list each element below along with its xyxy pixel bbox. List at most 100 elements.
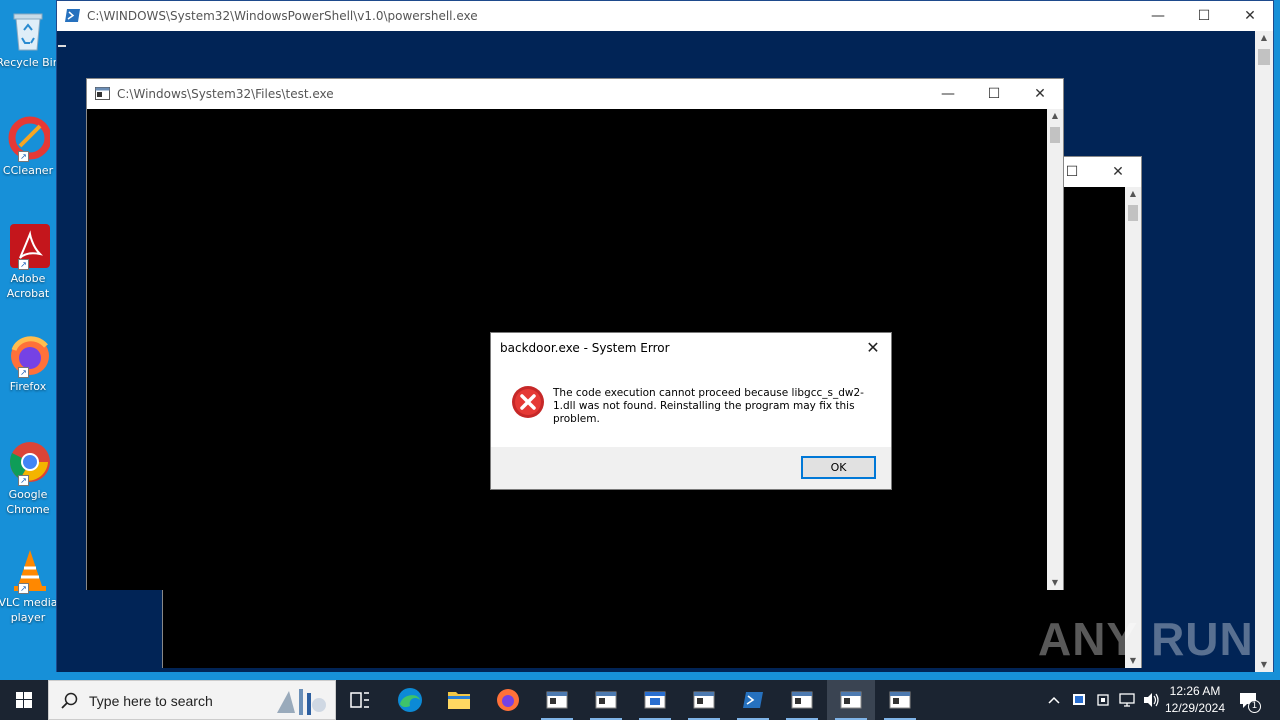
shortcut-arrow-icon: ↗ — [18, 151, 29, 162]
scroll-up-arrow-icon[interactable]: ▲ — [1047, 109, 1063, 123]
tray-app-button[interactable] — [1068, 680, 1090, 720]
notification-count-badge: 1 — [1248, 700, 1261, 713]
taskbar-file-explorer[interactable] — [435, 680, 483, 720]
desktop-icon-ccleaner[interactable]: ↗ CCleaner — [0, 116, 64, 178]
system-error-dialog[interactable]: backdoor.exe - System Error ✕ The code e… — [490, 332, 892, 490]
error-icon — [512, 386, 544, 418]
vertical-scrollbar[interactable]: ▲ ▼ — [1047, 109, 1063, 590]
desktop-icon-label: Recycle Bin — [0, 56, 60, 69]
window-title: C:\WINDOWS\System32\WindowsPowerShell\v1… — [87, 9, 478, 23]
notification-center-button[interactable]: 1 — [1234, 680, 1264, 720]
test-exe-titlebar[interactable]: C:\Windows\System32\Files\test.exe — ☐ ✕ — [87, 79, 1063, 109]
console-app-icon — [840, 691, 862, 709]
console-app-icon — [546, 691, 568, 709]
error-message: The code execution cannot proceed becaus… — [553, 387, 864, 425]
edge-icon — [398, 688, 422, 712]
shortcut-arrow-icon: ↗ — [18, 367, 29, 378]
maximize-button[interactable]: ☐ — [971, 79, 1017, 109]
scroll-up-arrow-icon[interactable]: ▲ — [1255, 31, 1273, 45]
ccleaner-icon: ↗ — [6, 116, 52, 162]
speaker-icon — [1144, 693, 1159, 707]
start-button[interactable] — [0, 680, 48, 720]
desktop-icon-recycle-bin[interactable]: Recycle Bin — [0, 8, 64, 70]
window-app-icon — [644, 691, 666, 709]
maximize-button[interactable]: ☐ — [1181, 1, 1227, 31]
chevron-up-icon — [1048, 696, 1060, 704]
desktop-icon-label: Google Chrome — [6, 488, 50, 516]
tray-security-button[interactable] — [1092, 680, 1114, 720]
powershell-titlebar[interactable]: C:\WINDOWS\System32\WindowsPowerShell\v1… — [57, 1, 1273, 31]
search-icon — [61, 692, 78, 709]
desktop-icon-label: Adobe Acrobat — [6, 272, 50, 300]
window-title: C:\Windows\System32\Files\test.exe — [117, 87, 334, 101]
taskbar-firefox[interactable] — [484, 680, 532, 720]
scrollbar-thumb[interactable] — [1050, 127, 1060, 143]
console-app-icon — [889, 691, 911, 709]
close-button[interactable]: ✕ — [1095, 157, 1141, 187]
notification-icon — [1240, 693, 1256, 708]
scroll-down-arrow-icon[interactable]: ▼ — [1255, 658, 1273, 672]
scroll-down-arrow-icon[interactable]: ▼ — [1047, 576, 1063, 590]
tray-app-icon — [1073, 694, 1085, 705]
desktop-icon-adobe-acrobat[interactable]: ↗ Adobe Acrobat — [0, 224, 64, 301]
taskbar-console-window[interactable] — [582, 680, 630, 720]
search-placeholder: Type here to search — [89, 693, 213, 709]
vertical-scrollbar[interactable]: ▲ ▼ — [1125, 187, 1141, 668]
desktop-icon-label: VLC media player — [0, 596, 58, 624]
minimize-button[interactable]: — — [925, 79, 971, 109]
scrollbar-thumb[interactable] — [1258, 49, 1270, 65]
desktop-icon-firefox[interactable]: ↗ Firefox — [0, 332, 64, 394]
taskbar-console-window[interactable] — [533, 680, 581, 720]
desktop-icon-vlc[interactable]: ↗ VLC media player — [0, 548, 64, 625]
acrobat-icon: ↗ — [6, 224, 50, 270]
shortcut-arrow-icon: ↗ — [18, 475, 29, 486]
network-icon — [1119, 693, 1135, 707]
desktop-icon-google-chrome[interactable]: ↗ Google Chrome — [0, 440, 64, 517]
ok-button[interactable]: OK — [801, 456, 876, 479]
anyrun-watermark: ANY RUN — [1038, 613, 1254, 665]
taskbar-app-window[interactable] — [631, 680, 679, 720]
tray-network-button[interactable] — [1116, 680, 1138, 720]
firefox-icon — [497, 689, 519, 711]
taskbar-console-window[interactable] — [876, 680, 924, 720]
taskbar-console-window[interactable] — [680, 680, 728, 720]
vertical-scrollbar[interactable]: ▲ ▼ — [1255, 31, 1273, 672]
dialog-footer: OK — [491, 447, 891, 489]
console-app-icon — [791, 691, 813, 709]
clock-time: 12:26 AM — [1169, 684, 1221, 698]
firefox-icon: ↗ — [6, 332, 50, 378]
console-app-icon — [595, 691, 617, 709]
cpu-icon — [1097, 694, 1109, 706]
taskbar-console-window[interactable] — [778, 680, 826, 720]
chrome-icon: ↗ — [6, 440, 50, 486]
taskbar: Type here to search 12:26 AM 12/29/2024 … — [0, 680, 1280, 720]
taskbar-console-window-active[interactable] — [827, 680, 875, 720]
dialog-close-button[interactable]: ✕ — [859, 335, 887, 361]
close-button[interactable]: ✕ — [1017, 79, 1063, 109]
desktop-icon-label: CCleaner — [2, 164, 54, 177]
task-view-button[interactable] — [336, 680, 384, 720]
powershell-icon — [743, 692, 763, 708]
scrollbar-thumb[interactable] — [1128, 205, 1138, 221]
taskbar-powershell[interactable] — [729, 680, 777, 720]
scroll-up-arrow-icon[interactable]: ▲ — [1125, 187, 1141, 201]
dialog-title: backdoor.exe - System Error — [500, 341, 670, 355]
show-hidden-icons-button[interactable] — [1044, 680, 1064, 720]
folder-icon — [448, 692, 470, 709]
text-cursor — [58, 45, 66, 47]
search-highlight-illustration-icon — [277, 689, 326, 715]
clock-date: 12/29/2024 — [1164, 701, 1226, 715]
taskbar-clock[interactable]: 12:26 AM 12/29/2024 — [1162, 683, 1228, 717]
vlc-icon: ↗ — [6, 548, 50, 594]
close-button[interactable]: ✕ — [1227, 1, 1273, 31]
tray-volume-button[interactable] — [1140, 680, 1162, 720]
taskbar-search-box[interactable]: Type here to search — [48, 680, 336, 720]
console-app-icon — [95, 87, 110, 100]
windows-logo-icon — [16, 692, 32, 708]
desktop-icon-label: Firefox — [9, 380, 47, 393]
console-app-icon — [693, 691, 715, 709]
shortcut-arrow-icon: ↗ — [18, 259, 29, 270]
taskbar-edge[interactable] — [386, 680, 434, 720]
shortcut-arrow-icon: ↗ — [18, 583, 29, 594]
minimize-button[interactable]: — — [1135, 1, 1181, 31]
